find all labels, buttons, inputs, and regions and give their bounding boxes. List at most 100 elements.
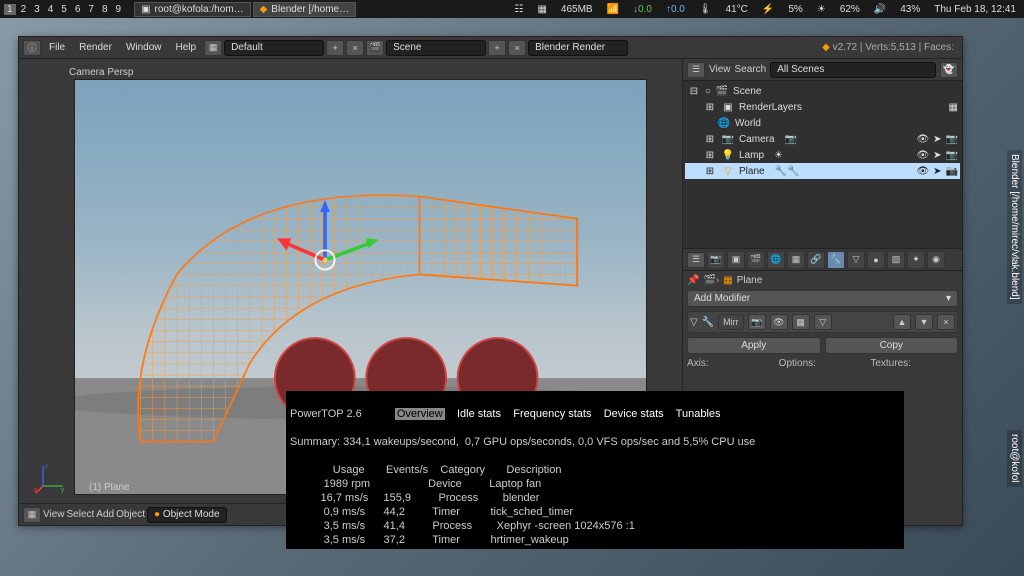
tree-camera[interactable]: ⊞📷Camera📷👁➤📷: [685, 131, 960, 147]
expand-icon[interactable]: ⊟: [687, 84, 701, 98]
layout-add-icon[interactable]: +: [326, 40, 344, 56]
menu-render[interactable]: Render: [73, 40, 118, 55]
tab-device[interactable]: Device stats: [604, 408, 664, 420]
outliner-tree[interactable]: ⊟○🎬Scene ⊞▣RenderLayers▦ 🌐World ⊞📷Camera…: [683, 81, 962, 248]
mem-value: 465MB: [557, 4, 597, 15]
eye-icon[interactable]: 👁: [916, 166, 929, 177]
ws-9[interactable]: 9: [113, 4, 125, 15]
vp-menu-view[interactable]: View: [43, 509, 65, 520]
toggle-cage-icon[interactable]: ▽: [814, 314, 832, 330]
expand-icon[interactable]: ⊞: [703, 100, 717, 114]
tab-world-icon[interactable]: 🌐: [767, 251, 785, 269]
camera-icon: 📷: [721, 132, 735, 146]
tab-idle[interactable]: Idle stats: [457, 408, 501, 420]
tab-render-icon[interactable]: 📷: [707, 251, 725, 269]
tab-layers-icon[interactable]: ▣: [727, 251, 745, 269]
eye-icon[interactable]: 👁: [916, 134, 929, 145]
powertop-terminal[interactable]: PowerTOP 2.6 Overview Idle stats Frequen…: [286, 391, 904, 549]
tab-material-icon[interactable]: ●: [867, 251, 885, 269]
menu-file[interactable]: File: [43, 40, 71, 55]
move-up-icon[interactable]: ▲: [893, 314, 911, 330]
render-icon[interactable]: 📷: [946, 150, 958, 161]
vp-menu-add[interactable]: Add: [96, 509, 114, 520]
term-tabs[interactable]: Overview Idle stats Frequency stats Devi…: [395, 408, 721, 420]
tree-world[interactable]: 🌐World: [685, 115, 960, 131]
copy-button[interactable]: Copy: [825, 337, 959, 354]
layout-del-icon[interactable]: ×: [346, 40, 364, 56]
tab-overview[interactable]: Overview: [395, 408, 445, 420]
editor-type-icon[interactable]: ⓘ: [23, 40, 41, 56]
ws-8[interactable]: 8: [99, 4, 111, 15]
vp-menu-select[interactable]: Select: [67, 509, 95, 520]
breadcrumb-label: Plane: [737, 275, 763, 286]
tab-physics-icon[interactable]: ◉: [927, 251, 945, 269]
layout-browse-icon[interactable]: ▦: [204, 40, 222, 56]
toggle-view-icon[interactable]: 👁: [770, 314, 788, 330]
toggle-edit-icon[interactable]: ▦: [792, 314, 810, 330]
ws-7[interactable]: 7: [85, 4, 97, 15]
tab-particles-icon[interactable]: ✦: [907, 251, 925, 269]
scene-del-icon[interactable]: ×: [508, 40, 526, 56]
eye-icon[interactable]: 👁: [916, 150, 929, 161]
wifi-icon: 📶: [603, 4, 623, 15]
add-modifier-button[interactable]: Add Modifier▾: [687, 290, 958, 307]
tab-texture-icon[interactable]: ▨: [887, 251, 905, 269]
ws-2[interactable]: 2: [18, 4, 30, 15]
delete-modifier-icon[interactable]: ×: [937, 314, 955, 330]
taskbar: 1 2 3 4 5 6 7 8 9 ▣root@kofola:/hom… ◆Bl…: [0, 0, 1024, 18]
task-terminal[interactable]: ▣root@kofola:/hom…: [134, 2, 251, 17]
pin-icon[interactable]: 📌: [687, 275, 699, 286]
outliner-type-icon[interactable]: ☰: [687, 62, 705, 78]
tab-modifiers-icon[interactable]: 🔧: [827, 251, 845, 269]
ws-6[interactable]: 6: [72, 4, 84, 15]
batt-icon: ⚡: [758, 4, 778, 15]
textures-label: Textures:: [870, 358, 958, 369]
outliner-search[interactable]: Search: [735, 64, 767, 75]
cursor-icon[interactable]: ➤: [933, 166, 941, 177]
scene-browse-icon[interactable]: 🎬: [366, 40, 384, 56]
props-type-icon[interactable]: ☰: [687, 252, 705, 268]
tab-scene-icon[interactable]: 🎬: [747, 251, 765, 269]
layout-field[interactable]: Default: [224, 40, 324, 56]
apply-button[interactable]: Apply: [687, 337, 821, 354]
cursor-icon[interactable]: ➤: [933, 134, 941, 145]
modifier-name-field[interactable]: Mirr: [718, 314, 744, 330]
tab-constraints-icon[interactable]: 🔗: [807, 251, 825, 269]
menu-help[interactable]: Help: [170, 40, 203, 55]
term-row: 0,9 ms/s 44,2 Timer tick_sched_timer: [290, 506, 573, 518]
move-down-icon[interactable]: ▼: [915, 314, 933, 330]
render-icon[interactable]: 📷: [946, 134, 958, 145]
engine-select[interactable]: Blender Render: [528, 40, 628, 56]
tree-renderlayers[interactable]: ⊞▣RenderLayers▦: [685, 99, 960, 115]
expand-icon[interactable]: ⊞: [703, 164, 717, 178]
vp-menu-object[interactable]: Object: [116, 509, 145, 520]
filter-icon[interactable]: 👻: [940, 62, 958, 78]
ws-3[interactable]: 3: [31, 4, 43, 15]
task-blender[interactable]: ◆Blender [/home…: [253, 2, 357, 17]
mode-select[interactable]: ● Object Mode: [147, 507, 227, 523]
expand-icon[interactable]: ⊞: [703, 148, 717, 162]
menu-window[interactable]: Window: [120, 40, 168, 55]
ws-4[interactable]: 4: [45, 4, 57, 15]
ws-5[interactable]: 5: [58, 4, 70, 15]
tab-freq[interactable]: Frequency stats: [513, 408, 591, 420]
scene-add-icon[interactable]: +: [488, 40, 506, 56]
tree-scene[interactable]: ⊟○🎬Scene: [685, 83, 960, 99]
tab-object-icon[interactable]: ▦: [787, 251, 805, 269]
tree-plane[interactable]: ⊞▽Plane🔧🔧👁➤📷: [685, 163, 960, 179]
outliner-view[interactable]: View: [709, 64, 731, 75]
workspace-switcher[interactable]: 1 2 3 4 5 6 7 8 9: [4, 4, 124, 15]
ws-1[interactable]: 1: [4, 4, 16, 15]
render-icon[interactable]: 📷: [946, 166, 958, 177]
toggle-render-icon[interactable]: 📷: [748, 314, 766, 330]
cursor-icon[interactable]: ➤: [933, 150, 941, 161]
object-name-label: (1) Plane: [89, 482, 130, 493]
editor-type-3d-icon[interactable]: ▦: [23, 507, 41, 523]
outliner-filter[interactable]: All Scenes: [770, 62, 936, 78]
tree-lamp[interactable]: ⊞💡Lamp☀👁➤📷: [685, 147, 960, 163]
scene-field[interactable]: Scene: [386, 40, 486, 56]
collapse-icon[interactable]: ▽: [690, 317, 698, 328]
tab-tunables[interactable]: Tunables: [676, 408, 721, 420]
tab-data-icon[interactable]: ▽: [847, 251, 865, 269]
expand-icon[interactable]: ⊞: [703, 132, 717, 146]
